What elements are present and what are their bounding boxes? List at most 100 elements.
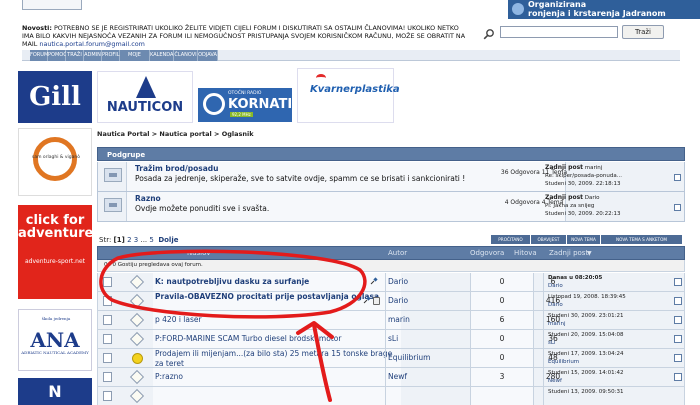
last-post-arrow-icon[interactable] [674, 174, 681, 181]
col-last[interactable]: Zadnji post [549, 247, 588, 260]
nav-admin[interactable]: ADMIN [84, 50, 102, 61]
ad-kornati-sub: OTOČNI RADIO [228, 91, 262, 96]
col-author[interactable]: Autor [388, 247, 407, 260]
nav-logout[interactable]: ODJAVA [198, 50, 218, 61]
promo-banner[interactable]: Organizirana ronjenja i krstarenja Jadra… [508, 0, 700, 19]
col-subject[interactable]: Naslov [187, 247, 211, 260]
pagination-page[interactable]: 3 [134, 236, 138, 244]
ad-ana[interactable]: škola jedrenja ANA ADRIATIC NAUTICAL ACA… [18, 309, 92, 371]
pagination-label: Str: [99, 236, 112, 244]
nav-messages[interactable]: MOJE PORUKE [120, 50, 150, 69]
topics-header: Naslov Autor Odgovora Hitova Zadnji post… [97, 246, 685, 260]
smiley-icon [132, 353, 143, 364]
last-post-label: Zadnji post [545, 194, 584, 201]
last-post-date: Listopad 19, 2008. 18:39:45 [548, 294, 626, 300]
ad-adventure-url: adventure-sport.net [24, 258, 86, 265]
sort-down-icon[interactable]: ▼ [587, 247, 592, 260]
topic-replies [470, 387, 533, 405]
ad-kvarnerplastika[interactable]: Kvarnerplastika [297, 68, 400, 123]
col-views[interactable]: Hitova [514, 247, 537, 260]
table-row: P:razno Newf 3 280 Studeni 15, 2009. 14:… [97, 368, 685, 387]
pagination-page[interactable]: 2 [127, 236, 131, 244]
search-button[interactable]: Traži [622, 25, 664, 39]
last-post-user[interactable]: sLi [548, 340, 555, 346]
topic-title-text[interactable]: Pravila-OBAVEZNO procitati prije postavl… [155, 292, 379, 301]
search-input[interactable] [500, 26, 618, 38]
last-post-arrow-icon[interactable] [674, 316, 682, 324]
last-post-arrow-icon[interactable] [674, 297, 682, 305]
topic-icon [103, 353, 112, 363]
topic-author[interactable]: Newf [385, 368, 470, 386]
mark-read-button[interactable]: PROČITANO [491, 235, 531, 244]
ad-samorlaghi[interactable]: sam orlaghi & viganò [18, 128, 92, 196]
topic-author[interactable]: sLi [385, 330, 470, 348]
last-post-arrow-icon[interactable] [674, 335, 682, 343]
nav-members[interactable]: ČLANOVI [174, 50, 198, 61]
last-post-topic[interactable]: Re: skiper/posada-ponuda... [545, 173, 622, 179]
col-replies[interactable]: Odgovora [470, 247, 504, 260]
last-post-user[interactable]: marinj [585, 165, 603, 171]
pin-icon [370, 277, 378, 285]
topic-title[interactable]: P:razno [153, 368, 401, 386]
last-post-user[interactable]: Equilibrium [548, 359, 579, 365]
subforum-row: Razno Ovdje možete ponuditi sve i svašta… [97, 192, 685, 222]
topic-author[interactable]: Equilibrium [385, 349, 470, 367]
ad-n[interactable]: N [18, 378, 92, 405]
topic-title[interactable] [153, 387, 401, 405]
nav-forum[interactable]: FORUM [30, 50, 48, 61]
last-post-arrow-icon[interactable] [674, 278, 682, 286]
topic-replies: 0 [470, 330, 533, 348]
last-post-date: Studeni 15, 2009. 14:01:42 [548, 370, 624, 376]
ad-kornati[interactable]: OTOČNI RADIO KORNATI 92,2 MHz [198, 88, 292, 122]
topic-title[interactable]: Prodajem ili mijenjam...(za bilo sta) 25… [153, 349, 401, 367]
nav-search[interactable]: TRAŽI [66, 50, 84, 61]
news-email[interactable]: nautica.portal.forum@gmail.com [39, 40, 144, 48]
news-label: Novosti: [22, 24, 52, 32]
last-post-user[interactable]: marinj [548, 321, 566, 327]
last-post-user[interactable]: Dario [585, 195, 600, 201]
nav-calendar[interactable]: KALENDAR [150, 50, 177, 61]
ad-adventure-sport[interactable]: click for adventure adventure-sport.net [18, 205, 94, 299]
nav-profile[interactable]: PROFIL [102, 50, 120, 61]
topic-author[interactable] [385, 387, 470, 405]
last-post-user[interactable]: Newf [548, 378, 562, 384]
topic-replies: 0 [470, 273, 533, 291]
topic-replies: 6 [470, 311, 533, 329]
go-down-link[interactable]: Dolje [158, 236, 178, 244]
last-post-date: Studeni 30, 2009. 20:22:13 [545, 211, 621, 217]
breadcrumb[interactable]: Nautica Portal > Nautica portal > Oglasn… [97, 130, 254, 138]
last-post-date: Studeni 30, 2009. 22:18:13 [545, 181, 621, 187]
topic-title[interactable]: K: nautpotrebljivu dasku za surfanje [153, 273, 401, 291]
topic-replies: 0 [470, 349, 533, 367]
new-topic-button[interactable]: NOVA TEMA [567, 235, 601, 244]
topic-title[interactable]: P:FORD-MARINE SCAM Turbo diesel brodski … [153, 330, 401, 348]
last-post-arrow-icon[interactable] [674, 204, 681, 211]
ad-kornati-text: KORNATI [228, 97, 293, 112]
nav-help[interactable]: POMOĆ [48, 50, 67, 61]
post-icon [129, 369, 145, 385]
last-post-user[interactable]: Dario [548, 302, 563, 308]
topic-title-text[interactable]: K: nautpotrebljivu dasku za surfanje [155, 277, 309, 286]
topic-last-post: Studeni 13, 2009. 09:50:31 [543, 387, 683, 405]
topic-author[interactable]: marin [385, 311, 470, 329]
topic-last-post: Danas u 08:20:05 Dario [543, 273, 683, 291]
last-post-arrow-icon[interactable] [674, 373, 682, 381]
topic-author[interactable]: Dario [385, 292, 470, 310]
notify-button[interactable]: OBAVIJEST [531, 235, 567, 244]
ad-gill[interactable]: Gill [18, 71, 92, 123]
search-icon[interactable] [483, 28, 495, 40]
last-post-topic[interactable]: Pi: Jakna za snijeg [545, 203, 594, 209]
new-poll-button[interactable]: NOVA TEMA S ANKETOM [601, 235, 683, 244]
ad-adventure-headline: click for adventure [18, 213, 94, 241]
subforum-row: Tražim brod/posadu Posada za jedrenje, s… [97, 162, 685, 192]
last-post-arrow-icon[interactable] [674, 354, 682, 362]
ad-nauticon[interactable]: NAUTICON [97, 71, 193, 123]
topic-title[interactable]: p 420 i laser [153, 311, 401, 329]
topic-author[interactable]: Dario [385, 273, 470, 291]
table-row: p 420 i laser marin 6 160 Studeni 30, 20… [97, 311, 685, 330]
ad-samorlaghi-text: sam orlaghi & viganò [32, 155, 80, 160]
last-post-user[interactable]: Dario [548, 283, 563, 289]
topic-last-post: Studeni 15, 2009. 14:01:42 Newf [543, 368, 683, 386]
pagination-page[interactable]: 5 [149, 236, 153, 244]
ad-kvarner-text: Kvarnerplastika [310, 84, 400, 95]
